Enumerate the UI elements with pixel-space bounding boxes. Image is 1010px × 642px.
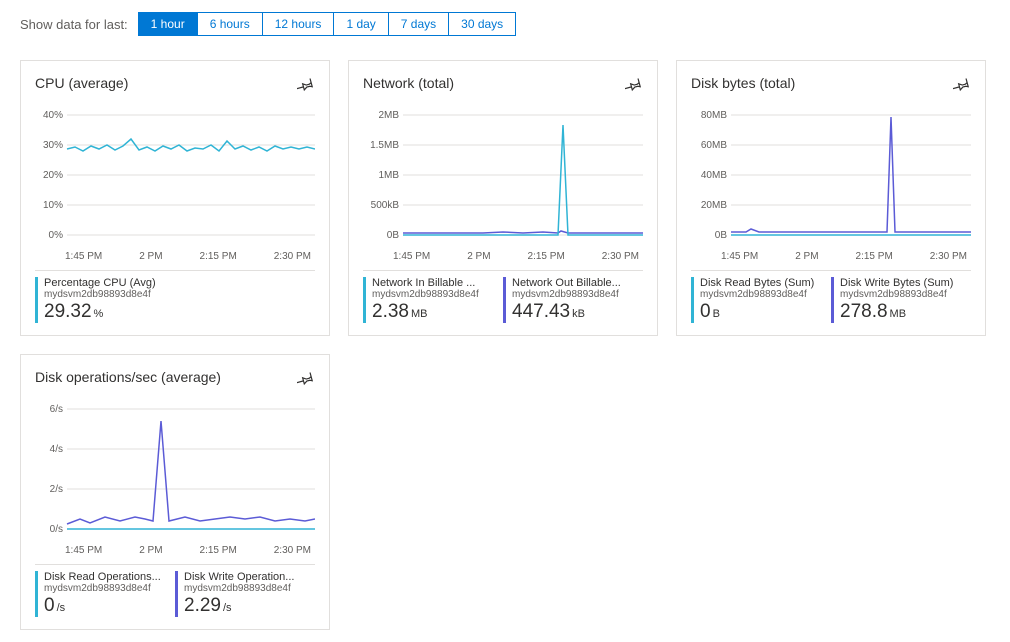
svg-text:0/s: 0/s xyxy=(50,524,63,535)
svg-text:80MB: 80MB xyxy=(701,110,727,121)
svg-text:40MB: 40MB xyxy=(701,170,727,181)
svg-text:1MB: 1MB xyxy=(378,170,399,181)
tab-30-days[interactable]: 30 days xyxy=(449,13,515,35)
card-network-total: Network (total) 2MB 1.5MB 1MB 500kB 0B xyxy=(348,60,658,336)
legend-item-disk-read[interactable]: Disk Read Bytes (Sum) mydsvm2db98893d8e4… xyxy=(691,277,831,323)
time-range-filter: Show data for last: 1 hour 6 hours 12 ho… xyxy=(20,12,990,36)
pin-icon[interactable] xyxy=(297,369,315,390)
legend: Network In Billable ... mydsvm2db98893d8… xyxy=(363,270,643,323)
card-disk-operations-sec: Disk operations/sec (average) 6/s 4/s 2/… xyxy=(20,354,330,630)
svg-text:500kB: 500kB xyxy=(371,200,400,211)
pin-icon[interactable] xyxy=(625,75,643,96)
tab-7-days[interactable]: 7 days xyxy=(389,13,449,35)
legend-item-net-in[interactable]: Network In Billable ... mydsvm2db98893d8… xyxy=(363,277,503,323)
svg-text:60MB: 60MB xyxy=(701,140,727,151)
metrics-cards: CPU (average) 40% 30% 20% 10% 0% xyxy=(20,60,990,630)
svg-text:0B: 0B xyxy=(387,230,400,241)
svg-text:10%: 10% xyxy=(43,200,63,211)
svg-text:1.5MB: 1.5MB xyxy=(370,140,399,151)
legend-item-disk-read-ops[interactable]: Disk Read Operations... mydsvm2db98893d8… xyxy=(35,571,175,617)
card-title: Disk operations/sec (average) xyxy=(35,369,315,385)
ytick: 40% xyxy=(43,110,63,121)
card-title: Network (total) xyxy=(363,75,643,91)
legend-item-net-out[interactable]: Network Out Billable... mydsvm2db98893d8… xyxy=(503,277,643,323)
legend-item-disk-write[interactable]: Disk Write Bytes (Sum) mydsvm2db98893d8e… xyxy=(831,277,971,323)
svg-text:20%: 20% xyxy=(43,170,63,181)
tab-1-hour[interactable]: 1 hour xyxy=(139,13,198,35)
svg-text:4/s: 4/s xyxy=(50,444,63,455)
svg-text:30%: 30% xyxy=(43,140,63,151)
filter-label: Show data for last: xyxy=(20,17,128,32)
legend: Disk Read Bytes (Sum) mydsvm2db98893d8e4… xyxy=(691,270,971,323)
chart-cpu[interactable]: 40% 30% 20% 10% 0% xyxy=(35,105,315,245)
tab-12-hours[interactable]: 12 hours xyxy=(263,13,335,35)
svg-text:20MB: 20MB xyxy=(701,200,727,211)
card-title: CPU (average) xyxy=(35,75,315,91)
legend: Disk Read Operations... mydsvm2db98893d8… xyxy=(35,564,315,617)
pin-icon[interactable] xyxy=(953,75,971,96)
card-disk-bytes-total: Disk bytes (total) 80MB 60MB 40MB 20MB 0… xyxy=(676,60,986,336)
legend: Percentage CPU (Avg) mydsvm2db98893d8e4f… xyxy=(35,270,315,323)
pin-icon[interactable] xyxy=(297,75,315,96)
chart-network[interactable]: 2MB 1.5MB 1MB 500kB 0B xyxy=(363,105,643,245)
x-axis: 1:45 PM2 PM2:15 PM2:30 PM xyxy=(35,543,315,564)
legend-item-cpu[interactable]: Percentage CPU (Avg) mydsvm2db98893d8e4f… xyxy=(35,277,315,323)
x-axis: 1:45 PM2 PM2:15 PM2:30 PM xyxy=(363,249,643,270)
time-range-tabs: 1 hour 6 hours 12 hours 1 day 7 days 30 … xyxy=(138,12,517,36)
svg-text:0%: 0% xyxy=(49,230,64,241)
x-axis: 1:45 PM2 PM2:15 PM2:30 PM xyxy=(691,249,971,270)
chart-disk-bytes[interactable]: 80MB 60MB 40MB 20MB 0B xyxy=(691,105,971,245)
svg-text:2/s: 2/s xyxy=(50,484,63,495)
legend-item-disk-write-ops[interactable]: Disk Write Operation... mydsvm2db98893d8… xyxy=(175,571,315,617)
card-title: Disk bytes (total) xyxy=(691,75,971,91)
svg-text:6/s: 6/s xyxy=(50,404,63,415)
x-axis: 1:45 PM2 PM2:15 PM2:30 PM xyxy=(35,249,315,270)
card-cpu-average: CPU (average) 40% 30% 20% 10% 0% xyxy=(20,60,330,336)
chart-disk-ops[interactable]: 6/s 4/s 2/s 0/s xyxy=(35,399,315,539)
svg-text:2MB: 2MB xyxy=(378,110,399,121)
tab-6-hours[interactable]: 6 hours xyxy=(198,13,263,35)
svg-text:0B: 0B xyxy=(715,230,728,241)
tab-1-day[interactable]: 1 day xyxy=(334,13,388,35)
